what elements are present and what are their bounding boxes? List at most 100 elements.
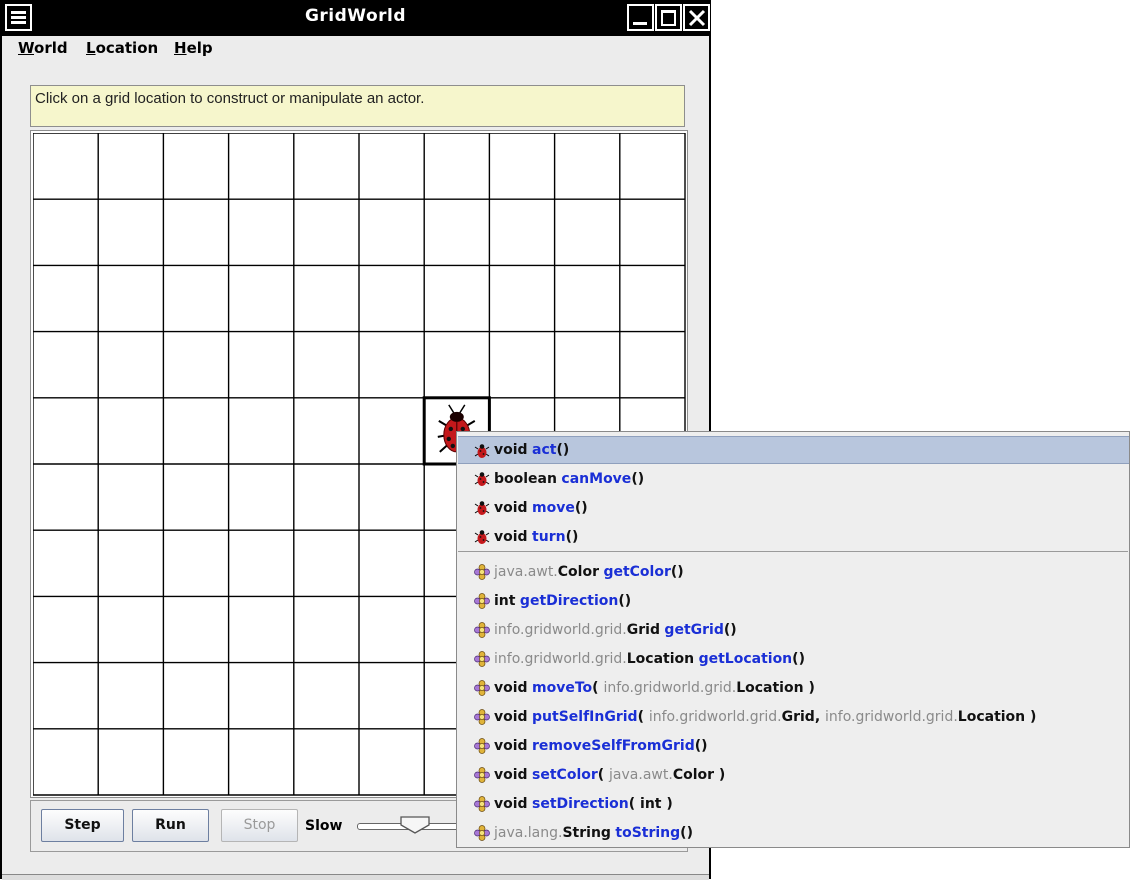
method-signature: info.gridworld.grid.Location getLocation… — [494, 645, 805, 673]
flower-actor-icon — [474, 622, 490, 638]
paren-open: ( — [637, 709, 649, 725]
return-type: boolean — [494, 471, 557, 487]
paren-close: ) — [714, 767, 726, 783]
paren-close: ) — [581, 500, 588, 516]
popup-method-setColor[interactable]: void setColor( java.awt.Color ) — [458, 761, 1129, 789]
method-signature: void putSelfInGrid( info.gridworld.grid.… — [494, 709, 1037, 725]
flower-actor-icon — [474, 709, 490, 725]
menu-help[interactable]: Help — [174, 39, 213, 57]
method-name: putSelfInGrid — [532, 709, 638, 725]
popup-method-turn[interactable]: void turn() — [458, 523, 1129, 551]
paren-close: ) — [701, 738, 708, 754]
minimize-icon[interactable] — [627, 4, 654, 31]
ladybug-icon — [474, 501, 490, 515]
return-type: Location — [626, 651, 695, 667]
window-title: GridWorld — [304, 6, 407, 26]
method-signature: int getDirection() — [494, 587, 631, 615]
return-package: java.awt. — [494, 564, 558, 580]
speed-slow-label: Slow — [305, 818, 343, 834]
maximize-icon[interactable] — [655, 4, 682, 31]
menu-world-mnemonic: W — [18, 39, 35, 57]
return-package: info.gridworld.grid. — [494, 622, 627, 638]
popup-method-setDirection[interactable]: void setDirection( int ) — [458, 790, 1129, 818]
menu-location-mnemonic: L — [86, 39, 96, 57]
step-button[interactable]: Step — [41, 809, 124, 842]
menu-location[interactable]: Location — [86, 39, 158, 57]
paren-close: ) — [562, 442, 570, 458]
popup-method-removeSelfFromGrid[interactable]: void removeSelfFromGrid() — [458, 732, 1129, 760]
method-signature: boolean canMove() — [494, 465, 644, 493]
popup-method-putSelfInGrid[interactable]: void putSelfInGrid( info.gridworld.grid.… — [458, 703, 1129, 731]
message-area: Click on a grid location to construct or… — [30, 85, 685, 127]
menu-world[interactable]: World — [18, 39, 68, 57]
paren-close: ) — [686, 825, 693, 841]
return-package: info.gridworld.grid. — [494, 651, 627, 667]
popup-method-getGrid[interactable]: info.gridworld.grid.Grid getGrid() — [458, 616, 1129, 644]
paren-open: ( — [597, 767, 610, 783]
return-type: void — [494, 767, 528, 783]
popup-method-getDirection[interactable]: int getDirection() — [458, 587, 1129, 615]
popup-method-canMove[interactable]: boolean canMove() — [458, 465, 1129, 493]
method-name: getColor — [603, 564, 671, 580]
method-name: removeSelfFromGrid — [532, 738, 695, 754]
method-name: setDirection — [532, 796, 629, 812]
method-name: act — [532, 442, 557, 458]
param-package: java.awt. — [609, 767, 673, 783]
param-type: Grid — [781, 709, 815, 725]
param-type: int — [640, 796, 662, 812]
param-type: Location — [957, 709, 1026, 725]
return-type: void — [494, 738, 528, 754]
method-name: setColor — [532, 767, 598, 783]
menu-location-label: ocation — [95, 39, 159, 57]
paren-close: ) — [803, 680, 815, 696]
paren-close: ) — [798, 651, 805, 667]
popup-method-getLocation[interactable]: info.gridworld.grid.Location getLocation… — [458, 645, 1129, 673]
param-package: info.gridworld.grid. — [825, 709, 958, 725]
popup-method-moveTo[interactable]: void moveTo( info.gridworld.grid.Locatio… — [458, 674, 1129, 702]
menu-world-label: orld — [34, 39, 68, 57]
paren-close: ) — [624, 593, 632, 609]
return-type: void — [494, 709, 528, 725]
method-name: toString — [615, 825, 681, 841]
return-type: Color — [557, 564, 599, 580]
paren-close: ) — [571, 529, 579, 545]
method-signature: java.awt.Color getColor() — [494, 558, 684, 586]
flower-actor-icon — [474, 825, 490, 841]
paren-close: ) — [677, 564, 684, 580]
method-name: getGrid — [664, 622, 724, 638]
return-type: void — [494, 442, 528, 458]
method-signature: info.gridworld.grid.Grid getGrid() — [494, 616, 737, 644]
popup-method-move[interactable]: void move() — [458, 494, 1129, 522]
popup-method-toString[interactable]: java.lang.String toString() — [458, 819, 1129, 847]
method-name: move — [532, 500, 575, 516]
method-name: canMove — [561, 471, 632, 487]
ladybug-icon — [474, 530, 490, 544]
flower-actor-icon — [474, 738, 490, 754]
paren-close: ) — [730, 622, 737, 638]
param-type: Location — [736, 680, 804, 696]
paren-close: ) — [1025, 709, 1037, 725]
paren-open: ( — [592, 680, 604, 696]
flower-actor-icon — [474, 796, 490, 812]
menu-help-mnemonic: H — [174, 39, 187, 57]
speed-slider-thumb[interactable] — [399, 815, 431, 835]
method-name: moveTo — [532, 680, 593, 696]
return-type: Grid — [626, 622, 660, 638]
menu-separator — [458, 551, 1128, 552]
method-signature: void removeSelfFromGrid() — [494, 732, 708, 760]
method-name: turn — [532, 529, 566, 545]
method-name: getDirection — [519, 593, 619, 609]
popup-method-getColor[interactable]: java.awt.Color getColor() — [458, 558, 1129, 586]
method-signature: java.lang.String toString() — [494, 819, 693, 847]
title-bar[interactable]: GridWorld — [2, 0, 710, 36]
method-signature: void move() — [494, 494, 588, 522]
stop-button: Stop — [221, 809, 298, 842]
param-package: info.gridworld.grid. — [603, 680, 737, 696]
return-type: void — [494, 529, 528, 545]
paren-open: ( — [628, 796, 641, 812]
popup-method-act[interactable]: void act() — [458, 436, 1129, 464]
flower-actor-icon — [474, 767, 490, 783]
run-button[interactable]: Run — [132, 809, 209, 842]
flower-actor-icon — [474, 593, 490, 609]
close-icon[interactable] — [683, 4, 710, 31]
